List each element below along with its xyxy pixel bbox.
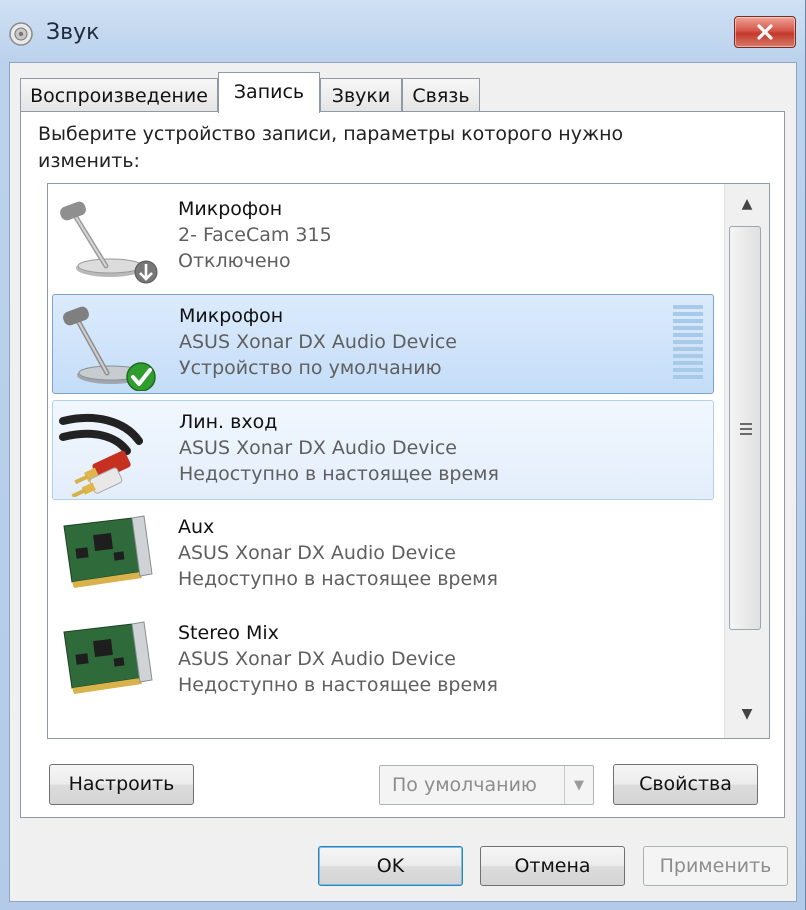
tab-recording[interactable]: Запись (218, 72, 320, 113)
device-name: Stereo Mix (178, 622, 279, 644)
window-title: Звук (46, 20, 100, 45)
scroll-up-button[interactable]: ▲ (725, 186, 769, 222)
cancel-button[interactable]: Отмена (480, 846, 625, 886)
dropdown-value: По умолчанию (392, 774, 537, 796)
arrow-up-icon: ▲ (741, 196, 753, 212)
properties-button[interactable]: Свойства (613, 764, 758, 805)
tab-strip: Воспроизведение Запись Звуки Связь (20, 72, 780, 113)
device-hardware: ASUS Xonar DX Audio Device (178, 542, 456, 564)
microphone-disabled-icon (60, 201, 158, 284)
recording-device-list[interactable]: Микрофон 2- FaceCam 315 Отключено Микроф… (47, 183, 770, 739)
set-default-dropdown[interactable]: По умолчанию ▼ (379, 765, 594, 805)
device-item[interactable]: Микрофон 2- FaceCam 315 Отключено (52, 188, 714, 288)
device-status: Недоступно в настоящее время (179, 463, 499, 485)
tab-communications[interactable]: Связь (402, 78, 480, 112)
device-name: Aux (178, 516, 215, 538)
vertical-scrollbar[interactable]: ▲ ▼ (724, 184, 769, 738)
title-bar[interactable]: Звук (0, 0, 806, 62)
tab-sounds[interactable]: Звуки (320, 78, 402, 112)
speaker-icon (9, 22, 33, 46)
device-name: Микрофон (179, 305, 284, 327)
device-item-selected[interactable]: Микрофон ASUS Xonar DX Audio Device Устр… (52, 294, 714, 394)
device-hardware: ASUS Xonar DX Audio Device (179, 331, 457, 353)
ok-button[interactable]: OK (318, 846, 463, 886)
apply-button[interactable]: Применить (643, 846, 788, 886)
device-hardware: 2- FaceCam 315 (178, 224, 332, 246)
device-name: Лин. вход (179, 411, 278, 433)
close-icon (757, 24, 773, 40)
chevron-down-icon[interactable]: ▼ (564, 766, 593, 804)
microphone-default-icon (63, 306, 156, 391)
arrow-down-icon: ▼ (741, 706, 753, 722)
device-hardware: ASUS Xonar DX Audio Device (179, 437, 457, 459)
tab-playback[interactable]: Воспроизведение (20, 78, 218, 112)
sound-card-icon (63, 621, 153, 694)
dialog-client-area: Воспроизведение Запись Звуки Связь Выбер… (9, 62, 797, 902)
input-level-meter (673, 305, 703, 379)
line-in-cable-icon (59, 414, 143, 497)
scroll-thumb[interactable] (729, 226, 761, 630)
device-status: Отключено (178, 250, 291, 272)
device-status: Недоступно в настоящее время (178, 674, 498, 696)
device-status: Недоступно в настоящее время (178, 568, 498, 590)
instruction-text: Выберите устройство записи, параметры ко… (38, 123, 624, 172)
grip-icon (740, 423, 752, 438)
device-item[interactable]: Лин. вход ASUS Xonar DX Audio Device Нед… (52, 400, 714, 500)
device-name: Микрофон (178, 198, 283, 220)
sound-card-icon (63, 515, 153, 588)
close-button[interactable] (734, 16, 796, 48)
configure-button[interactable]: Настроить (49, 764, 194, 805)
device-hardware: ASUS Xonar DX Audio Device (178, 648, 456, 670)
sound-dialog: Звук Воспроизведение Запись Звуки Связь … (0, 0, 806, 910)
device-item[interactable]: Aux ASUS Xonar DX Audio Device Недоступн… (52, 506, 714, 606)
scroll-down-button[interactable]: ▼ (725, 696, 769, 732)
device-status: Устройство по умолчанию (179, 357, 442, 379)
device-item[interactable]: Stereo Mix ASUS Xonar DX Audio Device Не… (52, 612, 714, 712)
